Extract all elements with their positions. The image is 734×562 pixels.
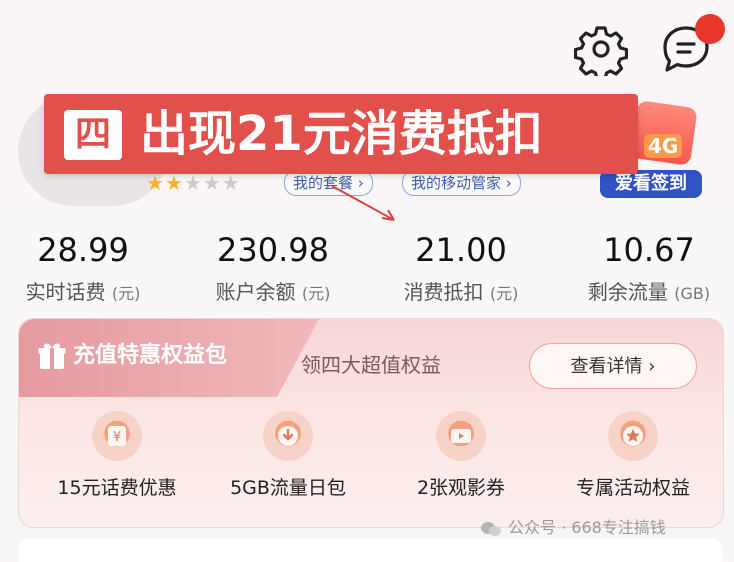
- annotation-banner: 四 出现21元消费抵扣: [44, 94, 638, 174]
- rating-star-icon: ★: [183, 171, 203, 195]
- view-details-button[interactable]: 查看详情 ›: [529, 343, 697, 389]
- wechat-icon: [481, 521, 501, 536]
- consumption-deduction-value[interactable]: 21.00: [376, 230, 546, 270]
- benefit-label: 15元话费优惠: [57, 477, 177, 499]
- yuan-coin-icon: ¥: [92, 411, 142, 461]
- annotation-arrow-icon: [331, 185, 395, 221]
- rating-star-icon: ★: [164, 171, 184, 195]
- remaining-data-label: 剩余流量 (GB): [587, 280, 711, 304]
- promo-label: 爱看签到: [600, 170, 702, 198]
- realtime-bill-value[interactable]: 28.99: [0, 230, 168, 270]
- card-title: 充值特惠权益包: [73, 343, 228, 368]
- account-balance-value[interactable]: 230.98: [188, 230, 358, 270]
- rating-star-icon: ★: [146, 171, 165, 195]
- banner-step-tag: 四: [64, 110, 122, 160]
- movie-ticket-icon: [436, 411, 486, 461]
- benefit-item-bill-discount[interactable]: ¥ 15元话费优惠: [37, 411, 197, 501]
- realtime-bill-label: 实时话费 (元): [25, 280, 141, 304]
- svg-text:¥: ¥: [113, 430, 121, 445]
- card-subtitle: 领四大超值权益: [301, 353, 441, 377]
- benefit-label: 5GB流量日包: [230, 477, 346, 499]
- benefit-item-exclusive-activity[interactable]: 专属活动权益: [553, 411, 713, 501]
- account-balance-label: 账户余额 (元): [215, 280, 331, 304]
- consumption-deduction-label: 消费抵扣 (元): [403, 280, 519, 304]
- rating-star-icon: ★: [221, 171, 241, 195]
- data-download-icon: [263, 411, 313, 461]
- next-card-edge: [18, 538, 722, 562]
- member-star-rating: ★★★★★: [146, 172, 241, 194]
- benefit-item-movie-tickets[interactable]: 2张观影券: [381, 411, 541, 501]
- banner-text: 出现21元消费抵扣: [140, 106, 543, 162]
- gear-icon[interactable]: [574, 22, 628, 76]
- star-badge-icon: [608, 411, 658, 461]
- benefit-item-data-pack[interactable]: 5GB流量日包: [208, 411, 368, 501]
- gift-icon: [38, 343, 66, 369]
- rating-star-icon: ★: [202, 171, 222, 195]
- recharge-benefits-card[interactable]: 充值特惠权益包 领四大超值权益 查看详情 › ¥ 15元话费优惠 5GB流量日包…: [18, 318, 724, 528]
- notification-badge: [695, 14, 725, 44]
- benefit-label: 2张观影券: [416, 477, 506, 499]
- benefit-label: 专属活动权益: [575, 477, 690, 499]
- remaining-data-value[interactable]: 10.67: [564, 230, 734, 270]
- promo-badge: 4G: [644, 134, 683, 158]
